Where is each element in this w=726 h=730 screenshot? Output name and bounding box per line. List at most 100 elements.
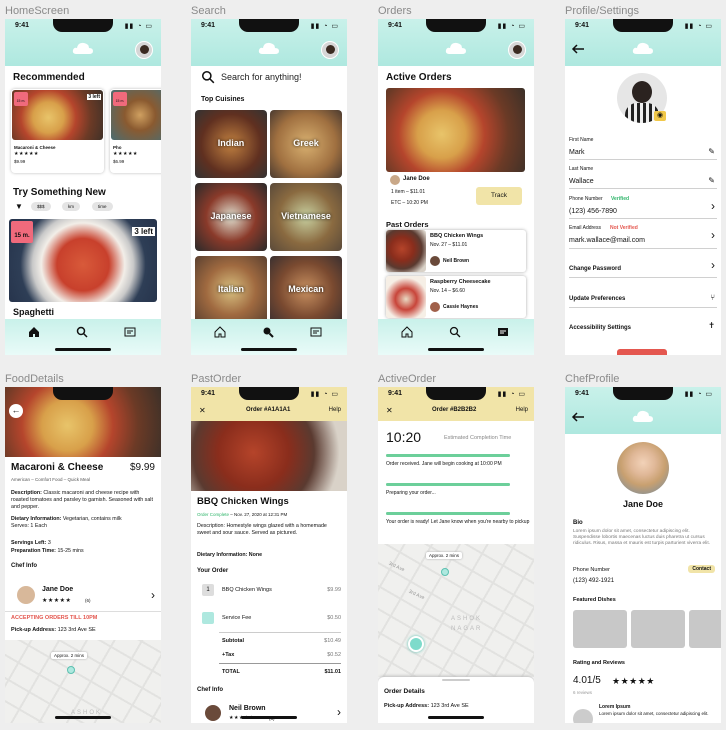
orders-icon[interactable] — [497, 326, 511, 340]
filter-time[interactable]: time — [92, 202, 113, 211]
back-arrow-icon[interactable]: ← — [9, 404, 23, 418]
email-label: Email Address — [569, 225, 601, 231]
featured-dish-3[interactable] — [689, 610, 721, 648]
review-count: 6 reviews — [573, 690, 593, 695]
frame-label-orders: Orders — [378, 5, 412, 17]
bio-heading: Bio — [573, 520, 583, 526]
accessibility-link[interactable]: Accessibility Settings — [569, 325, 631, 331]
map-label: ASHOK — [451, 616, 483, 622]
step-1-text: Order received. Jane will begin cooking … — [386, 461, 502, 467]
last-name-field[interactable]: Wallace — [569, 178, 594, 185]
recommended-card-2[interactable]: 15 m. Pho ★★★★★ $6.99 — [110, 89, 161, 173]
service-icon — [202, 612, 214, 624]
search-icon[interactable] — [201, 70, 215, 84]
orders-icon[interactable] — [124, 326, 138, 340]
search-icon[interactable] — [76, 326, 90, 340]
past-order-card-1[interactable]: BBQ Chicken Wings Nov. 27 – $11.01 Neil … — [386, 230, 526, 272]
chef-avatar[interactable] — [17, 586, 35, 604]
chef-avatar — [430, 256, 440, 266]
back-arrow-icon[interactable] — [571, 44, 585, 54]
filter-km[interactable]: km — [62, 202, 80, 211]
subtotal-value: $10.49 — [324, 638, 341, 644]
recommended-card-1[interactable]: 15 m. 3 left Macaroni & Cheese ★★★★★ $9.… — [11, 89, 104, 173]
help-link[interactable]: Help — [516, 407, 528, 413]
food-price: $9.99 — [129, 462, 155, 473]
sheet-handle[interactable] — [442, 679, 470, 681]
close-icon[interactable]: ✕ — [386, 406, 393, 415]
chevron-right-icon[interactable]: › — [711, 228, 715, 242]
past-orders-heading: Past Orders — [386, 220, 429, 229]
cuisine-vietnamese[interactable]: Vietnamese — [270, 183, 342, 251]
quantity-badge: 1 — [202, 584, 214, 596]
cuisine-indian[interactable]: Indian — [195, 110, 267, 178]
order-status: Order Complete – Nov. 27, 2020 at 12:31 … — [197, 512, 287, 517]
notch — [53, 387, 113, 400]
edit-last-icon[interactable]: ✎ — [708, 176, 715, 185]
edit-first-icon[interactable]: ✎ — [708, 147, 715, 156]
filter-price[interactable]: $$$ — [31, 202, 51, 211]
close-icon[interactable]: ✕ — [199, 406, 206, 415]
chevron-right-icon[interactable]: › — [711, 258, 715, 272]
cloud-logo-icon — [445, 41, 467, 55]
chef-avatar[interactable] — [205, 705, 221, 721]
tab-bar — [5, 319, 161, 355]
change-password-link[interactable]: Change Password — [569, 266, 621, 272]
card-stars: ★★★★★ — [14, 151, 39, 157]
contact-button[interactable]: Contact — [688, 565, 715, 573]
track-button[interactable]: Track — [476, 187, 522, 205]
status-bar: 9:41 ▮▮ ◔ ▭ — [575, 390, 713, 398]
avatar[interactable] — [508, 41, 526, 59]
food-description: Description: Homestyle wings glazed with… — [197, 523, 341, 537]
first-name-field[interactable]: Mark — [569, 149, 585, 156]
chevron-right-icon[interactable]: › — [711, 199, 715, 213]
search-icon[interactable] — [262, 326, 276, 340]
step-3-text: Your order is ready! Let Jane know when … — [386, 519, 530, 525]
home-icon[interactable] — [401, 326, 415, 340]
featured-dish-1[interactable] — [573, 610, 627, 648]
avatar[interactable] — [135, 41, 153, 59]
past-order-card-2[interactable]: Raspberry Cheesecake Nov. 14 – $6.60 Cas… — [386, 276, 526, 318]
top-cuisines-heading: Top Cuisines — [201, 96, 245, 103]
rating-count: (6) — [85, 598, 91, 603]
time-badge: 15 m. — [14, 92, 28, 106]
cuisine-italian[interactable]: Italian — [195, 256, 267, 324]
accessibility-icon[interactable]: ✝ — [708, 321, 715, 330]
divider — [569, 218, 717, 219]
cuisine-greek[interactable]: Greek — [270, 110, 342, 178]
food-description: Description: Classic macaroni and cheese… — [11, 490, 155, 511]
phone-field[interactable]: (123) 456-7890 — [569, 208, 617, 215]
chef-name[interactable]: Neil Brown — [229, 705, 266, 712]
chef-name[interactable]: Jane Doe — [42, 586, 73, 593]
map-label: NAGAR — [451, 626, 483, 632]
help-link[interactable]: Help — [329, 407, 341, 413]
bottom-sheet-handle[interactable] — [617, 349, 667, 355]
completion-time: 10:20 — [386, 429, 422, 445]
cuisine-mexican[interactable]: Mexican — [270, 256, 342, 324]
status-time: 9:41 — [575, 22, 590, 29]
avatar[interactable] — [321, 41, 339, 59]
search-icon[interactable] — [449, 326, 463, 340]
filter-icon[interactable]: ▼ — [15, 202, 23, 211]
update-preferences-link[interactable]: Update Preferences — [569, 296, 625, 302]
camera-icon[interactable]: ◉ — [654, 111, 666, 121]
divider — [569, 159, 717, 160]
featured-dish-2[interactable] — [631, 610, 685, 648]
cuisine-japanese[interactable]: Japanese — [195, 183, 267, 251]
active-orders-heading: Active Orders — [386, 72, 452, 83]
back-arrow-icon[interactable] — [571, 412, 585, 422]
email-field[interactable]: mark.wallace@mail.com — [569, 237, 645, 244]
reviewer-avatar — [573, 709, 593, 723]
home-icon[interactable] — [214, 326, 228, 340]
left-badge: 3 left — [132, 227, 155, 236]
home-icon[interactable] — [28, 326, 42, 340]
frame-label-home: HomeScreen — [5, 5, 70, 17]
orders-icon[interactable] — [310, 326, 324, 340]
map[interactable]: Approx. 2 mins ASHOK — [5, 640, 161, 723]
chevron-right-icon[interactable]: › — [151, 588, 155, 602]
approx-tooltip: Approx. 2 mins — [51, 652, 88, 659]
search-input[interactable]: Search for anything! — [221, 72, 302, 82]
chevron-right-icon[interactable]: › — [337, 705, 341, 719]
utensils-icon[interactable]: ⑂ — [710, 293, 715, 302]
map[interactable]: Approx. 2 mins 3rd Ave 3rd Ave ASHOK NAG… — [378, 544, 534, 677]
active-order-image[interactable] — [386, 88, 525, 172]
